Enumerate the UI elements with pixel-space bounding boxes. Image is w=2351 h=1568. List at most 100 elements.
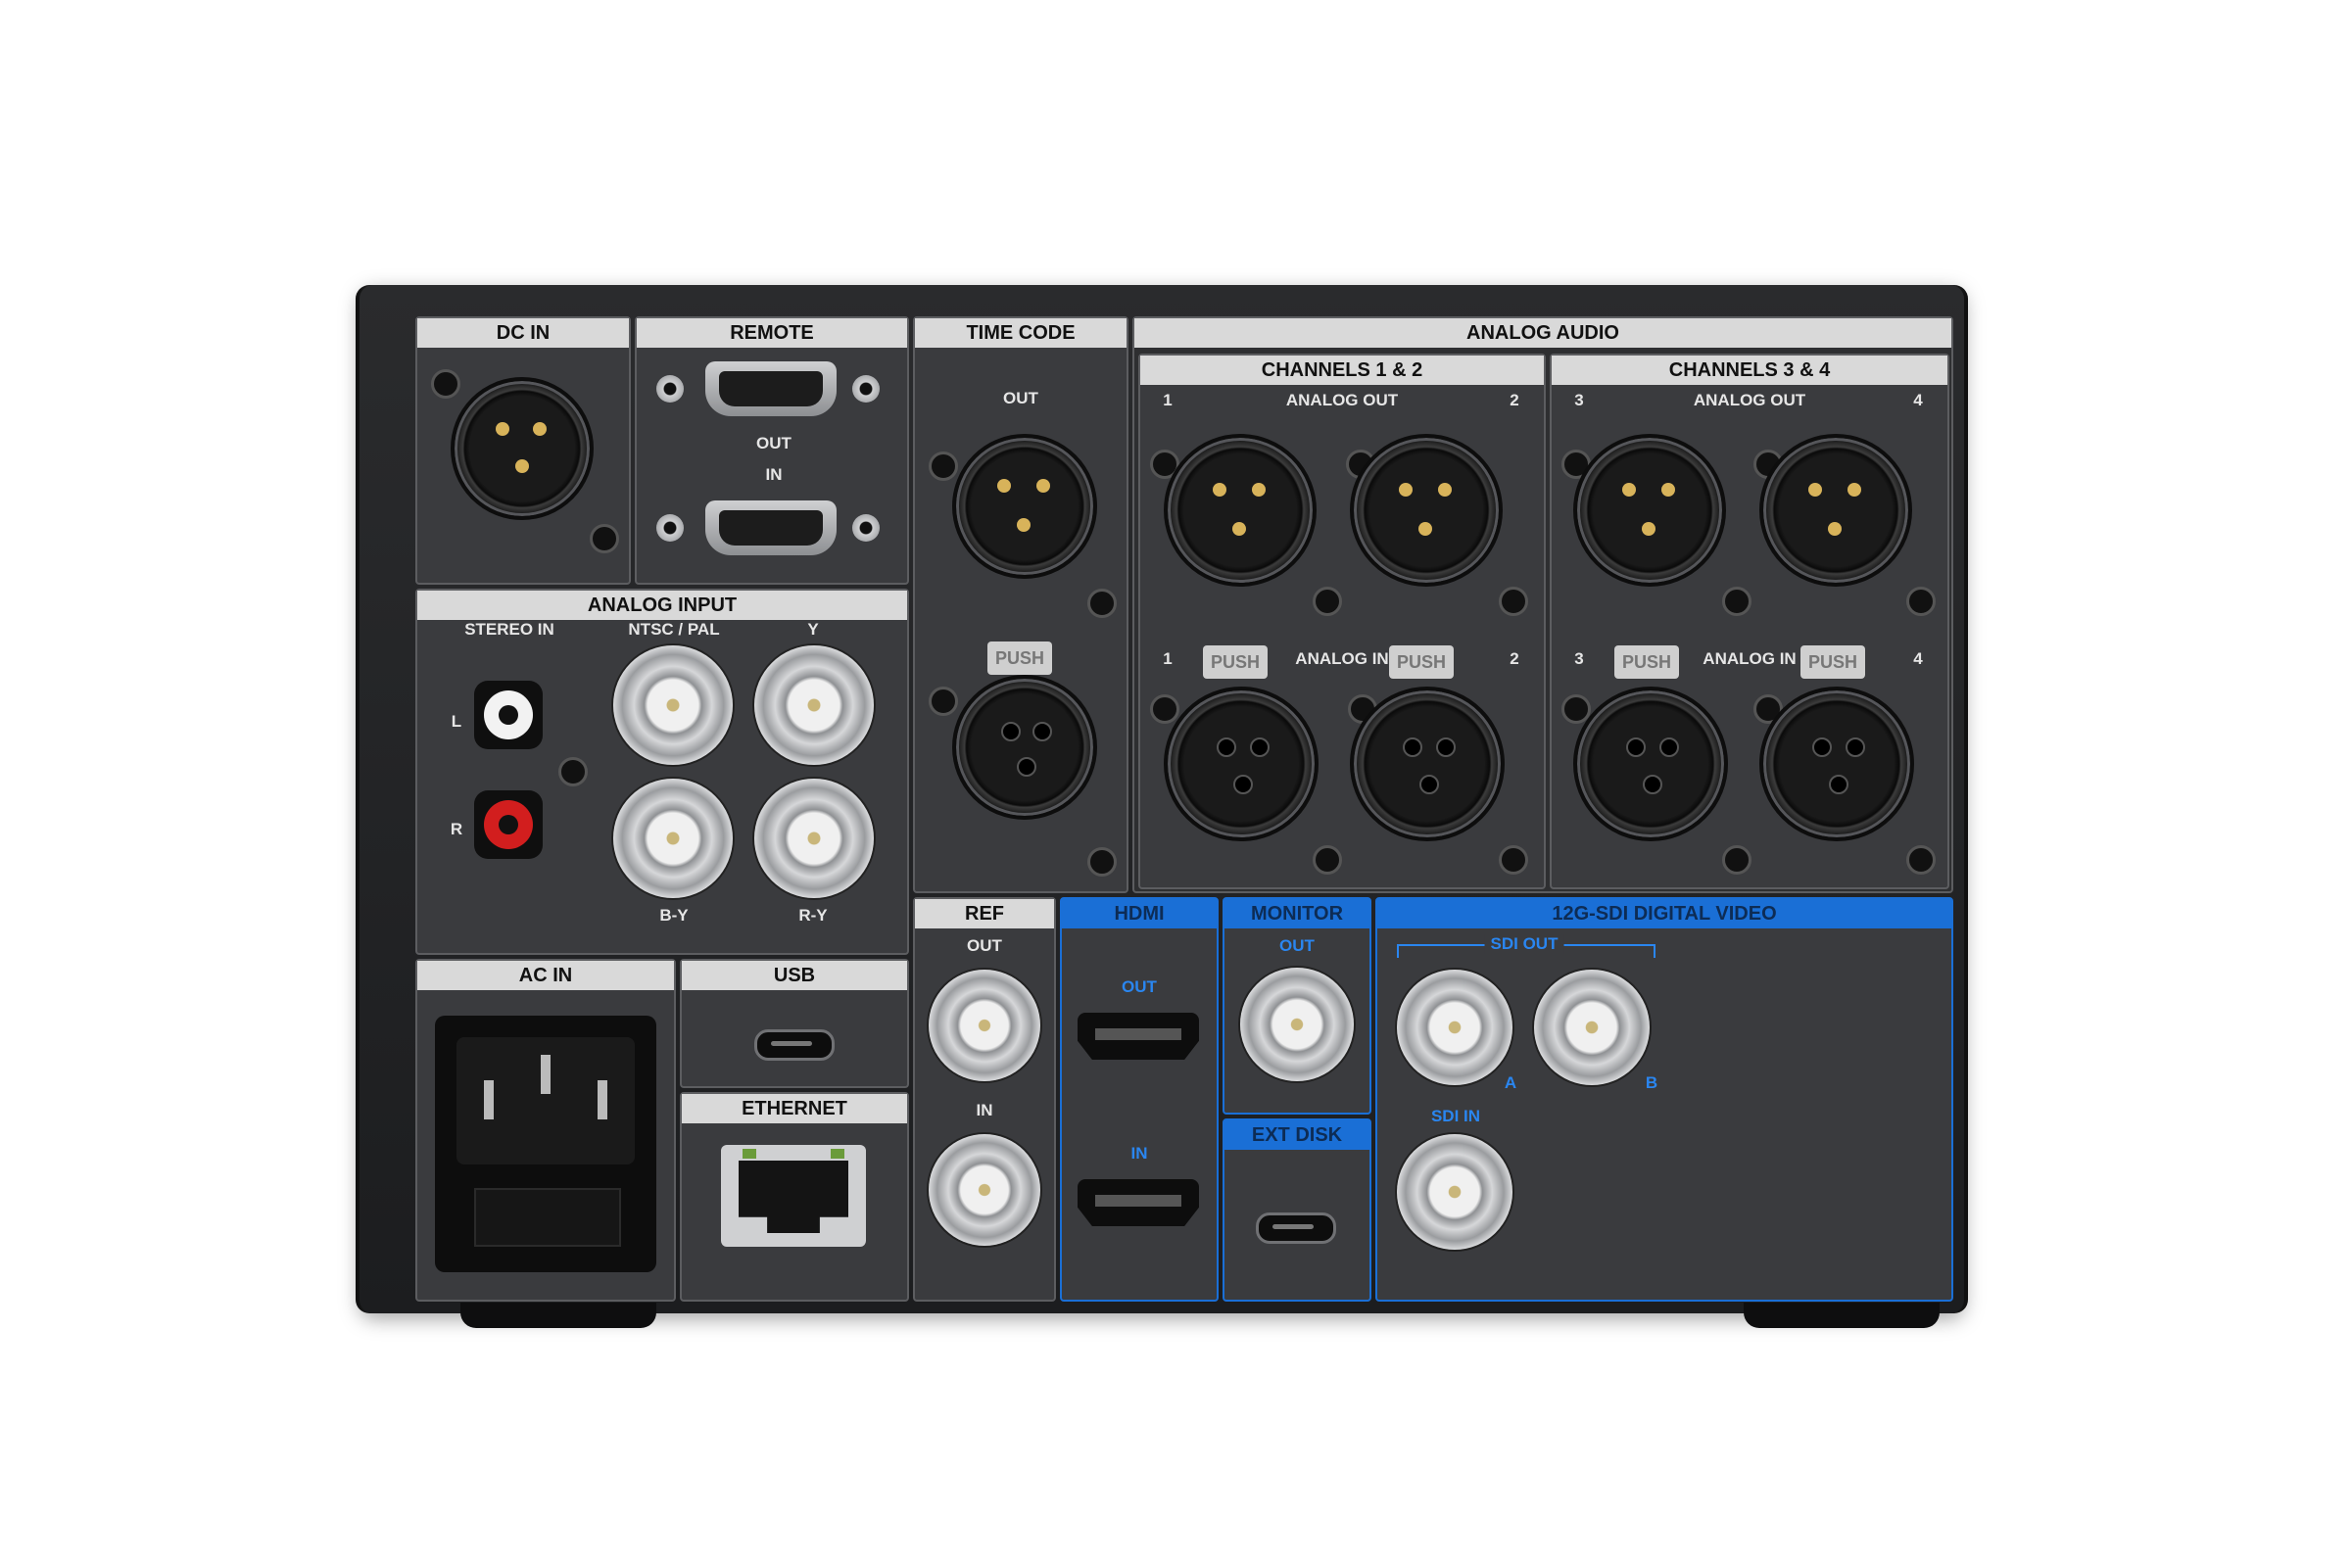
remote-out-port[interactable]: [705, 361, 837, 416]
analog-in-label: ANALOG IN: [1703, 649, 1797, 668]
remote-panel: REMOTE OUT IN: [635, 316, 909, 585]
hdmi-in-port[interactable]: [1078, 1179, 1199, 1226]
sdi-out-b-bnc[interactable]: [1534, 970, 1650, 1085]
hex-nut-icon: [852, 514, 880, 542]
ethernet-panel: ETHERNET: [680, 1092, 909, 1302]
push-latch[interactable]: PUSH: [1614, 645, 1679, 679]
channels-3-4-panel: CHANNELS 3 & 4 3 ANALOG OUT 4 3 ANALOG I…: [1550, 354, 1949, 889]
stereo-in-left-jack[interactable]: [474, 681, 543, 749]
screw-icon: [558, 757, 588, 786]
ch3-in-label: 3: [1574, 649, 1584, 668]
ac-in-header: AC IN: [417, 961, 674, 990]
monitor-panel: MONITOR OUT: [1223, 897, 1371, 1115]
ch4-out-label: 4: [1913, 391, 1923, 409]
analog-audio-header: ANALOG AUDIO: [1134, 318, 1951, 348]
stereo-in-label: STEREO IN: [464, 620, 554, 639]
ch2-in-label: 2: [1510, 649, 1519, 668]
hex-nut-icon: [852, 375, 880, 403]
screw-icon: [1499, 587, 1528, 616]
ref-out-bnc[interactable]: [929, 970, 1040, 1081]
ry-label: R-Y: [798, 906, 828, 925]
push-latch[interactable]: PUSH: [1800, 645, 1865, 679]
sdi-panel: 12G-SDI DIGITAL VIDEO SDI OUT A B SDI IN: [1375, 897, 1953, 1302]
sdi-out-a-bnc[interactable]: [1397, 970, 1512, 1085]
ntsc-pal-label: NTSC / PAL: [628, 620, 720, 639]
remote-out-label: OUT: [756, 434, 792, 452]
analog-input-header: ANALOG INPUT: [417, 591, 907, 620]
component-y-bnc[interactable]: [754, 645, 874, 765]
sdi-header: 12G-SDI DIGITAL VIDEO: [1377, 899, 1951, 928]
time-code-out-connector[interactable]: [952, 434, 1097, 579]
dc-in-panel: DC IN: [415, 316, 631, 585]
screw-icon: [590, 524, 619, 553]
hdmi-out-port[interactable]: [1078, 1013, 1199, 1060]
ref-in-bnc[interactable]: [929, 1134, 1040, 1246]
screw-icon: [1087, 589, 1117, 618]
screw-icon: [1313, 587, 1342, 616]
hdmi-panel: HDMI OUT IN: [1060, 897, 1219, 1302]
time-code-out-label: OUT: [1003, 389, 1038, 407]
ch3-analog-out[interactable]: [1573, 434, 1726, 587]
ref-in-label: IN: [976, 1101, 993, 1119]
screw-icon: [431, 369, 460, 399]
usb-header: USB: [682, 961, 907, 990]
time-code-header: TIME CODE: [915, 318, 1127, 348]
ext-disk-usb-c-port[interactable]: [1256, 1212, 1336, 1244]
ethernet-port[interactable]: [721, 1145, 866, 1247]
screw-icon: [929, 451, 958, 481]
analog-in-label: ANALOG IN: [1295, 649, 1389, 668]
hex-nut-icon: [656, 375, 684, 403]
ref-header: REF: [915, 899, 1054, 928]
push-latch[interactable]: PUSH: [987, 641, 1052, 675]
ch4-analog-out[interactable]: [1759, 434, 1912, 587]
screw-icon: [929, 687, 958, 716]
left-foot: [460, 1303, 656, 1328]
sdi-b-label: B: [1645, 1073, 1658, 1092]
ch4-in-label: 4: [1913, 649, 1923, 668]
sdi-a-label: A: [1504, 1073, 1517, 1092]
component-by-bnc[interactable]: [613, 779, 733, 898]
hdmi-out-label: OUT: [1122, 977, 1157, 996]
stereo-in-right-jack[interactable]: [474, 790, 543, 859]
component-ry-bnc[interactable]: [754, 779, 874, 898]
remote-in-label: IN: [765, 465, 783, 484]
screw-icon: [1722, 845, 1751, 875]
by-label: B-Y: [659, 906, 689, 925]
screw-icon: [1313, 845, 1342, 875]
usb-panel: USB: [680, 959, 909, 1088]
ch2-analog-in[interactable]: [1350, 687, 1505, 841]
screw-icon: [1499, 845, 1528, 875]
sdi-in-bnc[interactable]: [1397, 1134, 1512, 1250]
ch2-analog-out[interactable]: [1350, 434, 1503, 587]
ch1-analog-in[interactable]: [1164, 687, 1319, 841]
sdi-in-label: SDI IN: [1430, 1107, 1481, 1125]
remote-in-port[interactable]: [705, 500, 837, 555]
hdmi-header: HDMI: [1062, 899, 1217, 928]
ch4-analog-in[interactable]: [1759, 687, 1914, 841]
ch1-in-label: 1: [1163, 649, 1173, 668]
push-latch[interactable]: PUSH: [1203, 645, 1268, 679]
ref-out-label: OUT: [967, 936, 1002, 955]
time-code-in-connector[interactable]: [952, 675, 1097, 820]
r-label: R: [450, 820, 463, 838]
iec-power-inlet[interactable]: [435, 1016, 656, 1272]
monitor-out-bnc[interactable]: [1240, 968, 1354, 1081]
screw-icon: [1722, 587, 1751, 616]
push-latch[interactable]: PUSH: [1389, 645, 1454, 679]
screw-icon: [1087, 847, 1117, 877]
ref-panel: REF OUT IN: [913, 897, 1056, 1302]
channels-1-2-header: CHANNELS 1 & 2: [1140, 356, 1544, 385]
time-code-panel: TIME CODE OUT PUSH: [913, 316, 1128, 893]
usb-c-port[interactable]: [754, 1029, 835, 1061]
ch3-analog-in[interactable]: [1573, 687, 1728, 841]
dc-in-header: DC IN: [417, 318, 629, 348]
ch1-analog-out[interactable]: [1164, 434, 1317, 587]
dc-in-connector[interactable]: [451, 377, 594, 520]
channels-3-4-header: CHANNELS 3 & 4: [1552, 356, 1947, 385]
ethernet-header: ETHERNET: [682, 1094, 907, 1123]
ext-disk-panel: EXT DISK: [1223, 1118, 1371, 1302]
ext-disk-header: EXT DISK: [1224, 1120, 1369, 1150]
remote-header: REMOTE: [637, 318, 907, 348]
monitor-out-label: OUT: [1279, 936, 1315, 955]
composite-in-bnc[interactable]: [613, 645, 733, 765]
